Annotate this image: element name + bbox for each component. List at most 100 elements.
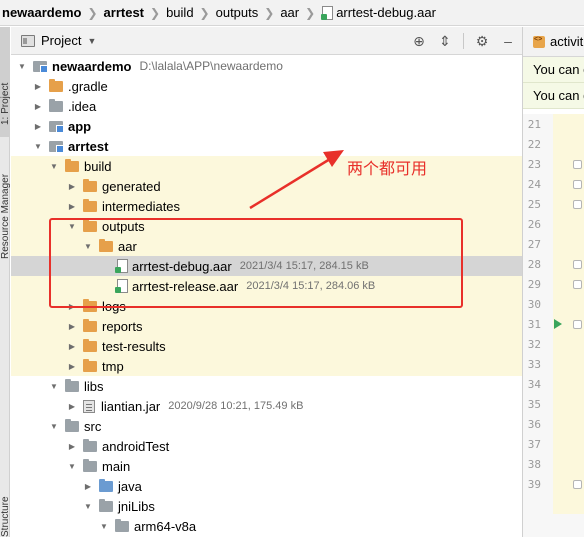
tree-row[interactable]: ▶ tmp [11, 356, 522, 376]
tree-item-label: test-results [102, 338, 166, 354]
fold-marker-icon[interactable] [573, 280, 582, 289]
chevron-down-icon[interactable]: ▼ [49, 156, 59, 176]
fold-marker-icon[interactable] [573, 200, 582, 209]
editor-notice-bar[interactable]: You can d [523, 83, 584, 109]
tree-item-label: java [118, 478, 142, 494]
tree-row[interactable]: ▶ .gradle [11, 76, 522, 96]
chevron-right-icon[interactable]: ▶ [67, 336, 77, 356]
chevron-right-icon[interactable]: ▶ [67, 356, 77, 376]
toolbar-divider [463, 33, 464, 49]
fold-marker-icon[interactable] [573, 260, 582, 269]
fold-marker-icon[interactable] [573, 320, 582, 329]
breadcrumb-item-aar[interactable]: aar [280, 5, 299, 20]
tree-item-label: app [68, 118, 92, 134]
tree-row[interactable]: ▼ newaardemo D:\lalala\APP\newaardemo [11, 56, 522, 76]
chevron-down-icon[interactable]: ▼ [99, 516, 109, 536]
tree-item-label: generated [102, 178, 161, 194]
folder-icon [99, 478, 113, 492]
chevron-right-icon: ❯ [305, 5, 316, 20]
line-number: 34 [527, 377, 541, 391]
fold-marker-icon[interactable] [573, 160, 582, 169]
tree-row[interactable]: ▼ main [11, 456, 522, 476]
tree-row[interactable]: ▶ app [11, 116, 522, 136]
folder-icon [115, 518, 129, 532]
tree-row[interactable]: ▶ test-results [11, 336, 522, 356]
chevron-right-icon[interactable]: ▶ [67, 436, 77, 456]
line-number: 22 [527, 137, 541, 151]
locate-icon[interactable]: ⊕ [411, 33, 427, 49]
tree-item-label: androidTest [102, 438, 170, 454]
line-number: 21 [527, 117, 541, 131]
editor-tab-bar: activit [523, 27, 584, 57]
line-number: 39 [527, 477, 541, 491]
breadcrumb-item-build[interactable]: build [166, 5, 193, 20]
tree-row[interactable]: ▼ arrtest [11, 136, 522, 156]
hide-icon[interactable]: – [500, 33, 516, 49]
chevron-down-icon[interactable]: ▼ [87, 36, 96, 46]
line-number: 37 [527, 437, 541, 451]
xml-file-icon [533, 35, 545, 48]
collapse-icon[interactable]: ⇕ [437, 33, 453, 49]
tree-item-label: arm64-v8a [134, 518, 197, 534]
breadcrumb-item-outputs[interactable]: outputs [216, 5, 259, 20]
chevron-right-icon[interactable]: ▶ [33, 96, 43, 116]
folder-icon [49, 78, 63, 92]
chevron-right-icon[interactable]: ▶ [83, 476, 93, 496]
run-gutter-icon[interactable] [554, 319, 562, 329]
tree-row[interactable]: ▼ build [11, 156, 522, 176]
folder-icon [83, 358, 97, 372]
tree-item-label: tmp [102, 358, 124, 374]
chevron-down-icon[interactable]: ▼ [17, 56, 27, 76]
tree-row[interactable]: ▶ androidTest [11, 436, 522, 456]
tree-item-label: newaardemo [52, 58, 132, 74]
tree-item-label: liantian.jar [101, 398, 161, 414]
line-number: 29 [527, 277, 541, 291]
chevron-down-icon[interactable]: ▼ [83, 496, 93, 516]
chevron-down-icon[interactable]: ▼ [67, 456, 77, 476]
chevron-right-icon[interactable]: ▶ [33, 76, 43, 96]
chevron-right-icon[interactable]: ▶ [67, 176, 77, 196]
editor-tab-activity[interactable]: activit [550, 34, 583, 49]
tool-tab-structure[interactable]: Structure [0, 467, 10, 537]
tree-item-path: D:\lalala\APP\newaardemo [139, 59, 283, 73]
line-number: 33 [527, 357, 541, 371]
chevron-down-icon[interactable]: ▼ [33, 136, 43, 156]
tree-row[interactable]: ▼ src [11, 416, 522, 436]
chevron-right-icon: ❯ [150, 5, 161, 20]
line-number: 36 [527, 417, 541, 431]
fold-marker-icon[interactable] [573, 180, 582, 189]
chevron-right-icon[interactable]: ▶ [33, 116, 43, 136]
line-number: 35 [527, 397, 541, 411]
jar-file-icon [83, 399, 95, 413]
line-number: 31 [527, 317, 541, 331]
tree-row[interactable]: ▶ .idea [11, 96, 522, 116]
breadcrumb-item-file[interactable]: arrtest-debug.aar [336, 5, 436, 20]
tree-row[interactable]: ▶ reports [11, 316, 522, 336]
tree-item-label: arrtest [68, 138, 109, 154]
chevron-right-icon[interactable]: ▶ [67, 196, 77, 216]
tree-row[interactable]: ▼ arm64-v8a [11, 516, 522, 536]
folder-icon [65, 378, 79, 392]
editor-panel: activit You can c You can d 21 22 23 24 … [522, 27, 584, 537]
tree-row[interactable]: ▼ jniLibs [11, 496, 522, 516]
tree-item-label: reports [102, 318, 143, 334]
gear-icon[interactable]: ⚙ [474, 33, 490, 49]
chevron-down-icon[interactable]: ▼ [49, 416, 59, 436]
chevron-right-icon[interactable]: ▶ [67, 396, 77, 416]
fold-marker-icon[interactable] [573, 480, 582, 489]
tree-item-label: .idea [68, 98, 97, 114]
folder-icon [83, 198, 97, 212]
tool-tab-project[interactable]: 1: Project [0, 35, 10, 125]
tree-row[interactable]: ▶ intermediates [11, 196, 522, 216]
project-view-title[interactable]: Project [41, 33, 81, 48]
tree-row[interactable]: ▶ liantian.jar 2020/9/28 10:21, 175.49 k… [11, 396, 522, 416]
breadcrumb-item-project[interactable]: newaardemo [2, 5, 81, 20]
chevron-right-icon[interactable]: ▶ [67, 316, 77, 336]
breadcrumb-item-module[interactable]: arrtest [104, 5, 144, 20]
tree-row[interactable]: ▶ generated [11, 176, 522, 196]
editor-notice-bar[interactable]: You can c [523, 57, 584, 83]
tool-tab-resource-manager[interactable]: Resource Manager [0, 139, 10, 259]
tree-row[interactable]: ▶ java [11, 476, 522, 496]
chevron-down-icon[interactable]: ▼ [49, 376, 59, 396]
tree-row[interactable]: ▼ libs [11, 376, 522, 396]
